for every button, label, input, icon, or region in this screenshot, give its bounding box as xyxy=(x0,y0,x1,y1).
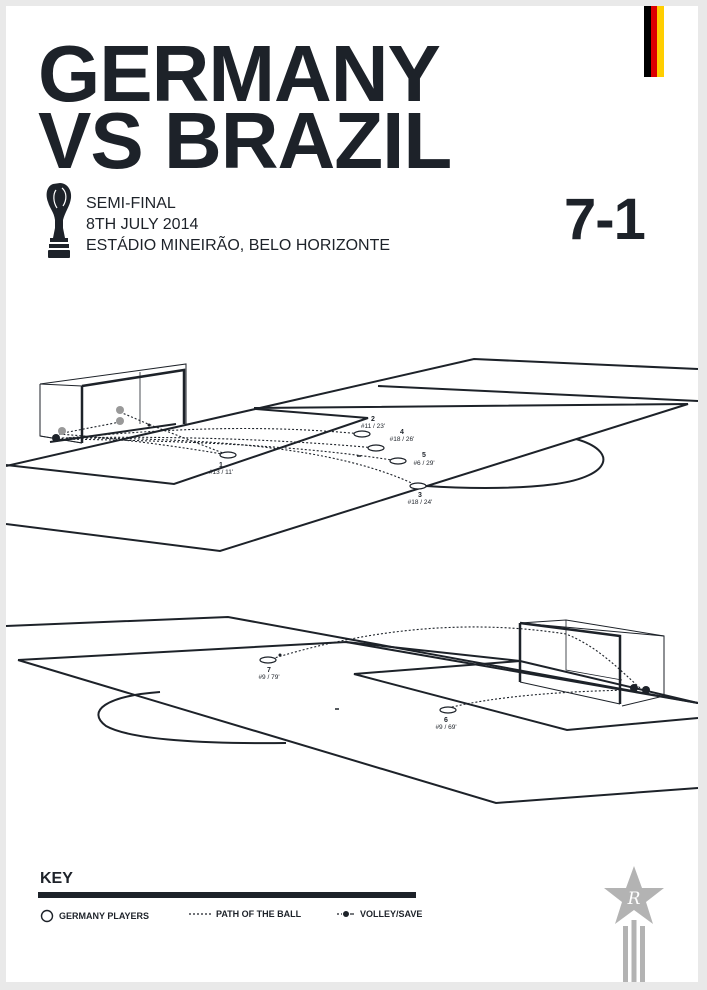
key-path-label: PATH OF THE BALL xyxy=(216,909,302,919)
player-circle-icon xyxy=(40,909,54,923)
volley-save-marker xyxy=(52,434,60,442)
dotted-path-icon xyxy=(189,913,211,915)
svg-text:R: R xyxy=(627,889,641,909)
player-marker xyxy=(439,706,457,714)
goal-labels-bottom: 6 #9 / 69' 7 #9 / 79' xyxy=(258,667,456,731)
pitch-bottom-outline xyxy=(6,615,698,805)
pitch-top-penalty-box xyxy=(6,408,369,486)
goal-detail: #6 / 29' xyxy=(413,460,434,467)
volley-save-marker xyxy=(116,417,124,425)
pitch-top-halfway xyxy=(377,385,698,402)
player-marker xyxy=(353,430,371,438)
goal-detail: #18 / 26' xyxy=(390,436,415,443)
goal-number: 2 xyxy=(371,416,375,423)
volley-save-marker xyxy=(630,684,638,692)
volley-save-marker xyxy=(642,686,650,694)
player-marker xyxy=(219,451,237,459)
goal-detail: #18 / 24' xyxy=(408,499,433,506)
key-germany-players: GERMANY PLAYERS xyxy=(40,909,149,923)
pitch-bottom-centre-circle xyxy=(97,691,287,745)
goal-detail: #13 / 11' xyxy=(209,469,233,476)
key-title: KEY xyxy=(40,870,73,887)
volley-save-icon xyxy=(337,911,354,917)
goal-number: 4 xyxy=(400,429,404,436)
goal-detail: #9 / 79' xyxy=(258,674,279,681)
pitch-bottom-six-yard-box xyxy=(519,660,698,704)
goal-number: 3 xyxy=(418,492,422,499)
volley-save-marker xyxy=(58,427,66,435)
goal-number: 1 xyxy=(219,462,223,469)
key-volley-label: VOLLEY/SAVE xyxy=(360,909,423,919)
player-marker xyxy=(409,482,427,490)
goal-number: 5 xyxy=(422,452,426,459)
player-marker xyxy=(389,457,407,465)
volley-save-marker xyxy=(278,653,282,657)
pitch-bottom-line-2 xyxy=(17,640,698,704)
pitch-top-centre-circle xyxy=(425,438,605,489)
goal-detail: #11 / 23' xyxy=(361,423,385,430)
key-path-of-ball: PATH OF THE BALL xyxy=(189,909,301,919)
goal-number: 6 xyxy=(444,717,448,724)
key-players-label: GERMANY PLAYERS xyxy=(59,911,150,921)
poster: GERMANY VS BRAZIL SEMI-FINAL 8TH JULY 20… xyxy=(6,6,698,982)
pitch-diagrams: 1 #13 / 11' 2 #11 / 23' 3 #18 / 24' 4 #1… xyxy=(6,357,698,805)
ball-path xyxy=(57,421,121,435)
key-divider xyxy=(38,892,416,898)
player-marker xyxy=(367,444,385,452)
volley-save-marker xyxy=(116,406,124,414)
star-r-logo-icon: R xyxy=(604,866,664,982)
goal-number: 7 xyxy=(267,667,271,674)
key-volley-save: VOLLEY/SAVE xyxy=(337,909,422,919)
player-marker xyxy=(259,656,277,664)
goal-detail: #9 / 69' xyxy=(435,724,456,731)
pitch-bottom-penalty-box xyxy=(345,641,698,732)
pitch-bottom xyxy=(6,615,698,805)
player-markers-bottom xyxy=(259,656,457,714)
pitch-top-outline xyxy=(6,357,698,553)
pitch-top xyxy=(6,357,698,553)
volley-save-marker xyxy=(147,423,151,427)
